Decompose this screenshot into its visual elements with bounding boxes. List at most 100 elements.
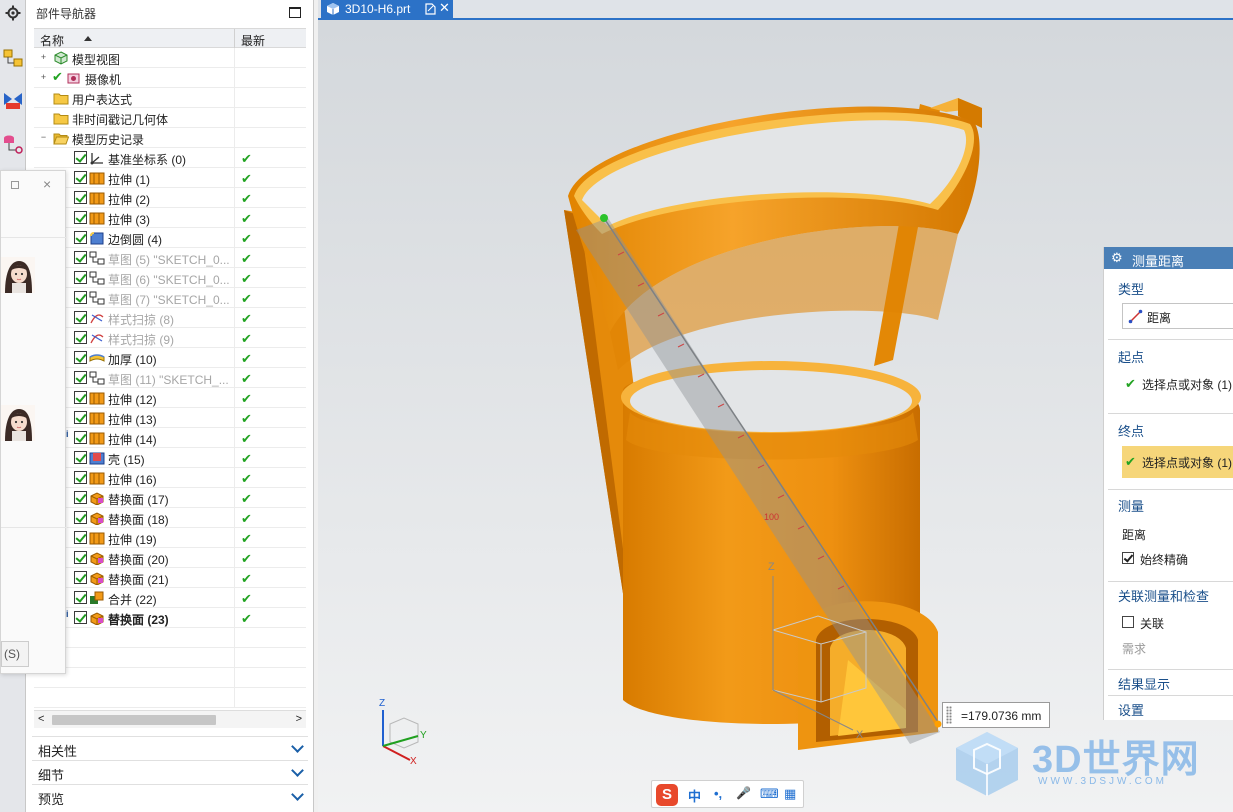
tree-row[interactable]: 壳 (15) ✔ [34,448,306,468]
ime-punctuation-button[interactable]: •, [714,786,722,801]
ime-logo-icon[interactable]: S [656,784,678,806]
tree-row[interactable]: 替换面 (18) ✔ [34,508,306,528]
tab-part-file[interactable]: 3D10-H6.prt ✕ [321,0,453,18]
graphics-window[interactable]: 100 Z X Z X Y [318,18,1233,812]
tree-row[interactable]: 拉伸 (1) ✔ [34,168,306,188]
column-latest-header[interactable]: 最新 [241,32,265,49]
minimize-icon[interactable] [11,181,19,189]
associative-checkbox[interactable] [1122,616,1134,628]
settings-section[interactable]: 设置 [1108,695,1233,719]
constraint-navigator-icon[interactable] [2,90,24,112]
visibility-checkbox[interactable] [74,591,87,604]
type-select[interactable]: 距离 [1122,303,1233,329]
drag-handle-icon[interactable] [946,706,952,724]
visibility-checkbox[interactable] [74,511,87,524]
visibility-checkbox[interactable] [74,371,87,384]
microphone-icon[interactable]: 🎤 [736,786,751,800]
visibility-checkbox[interactable] [74,351,87,364]
visibility-checkbox[interactable] [74,471,87,484]
tree-row[interactable]: 样式扫掠 (9) ✔ [34,328,306,348]
tree-row[interactable]: 边倒圆 (4) ✔ [34,228,306,248]
tree-row[interactable]: 非时间戳记几何体 [34,108,306,128]
send-button[interactable]: (S) [1,641,29,667]
tree-row[interactable]: 加厚 (10) ✔ [34,348,306,368]
expand-icon[interactable]: + [39,73,48,82]
ime-mode-button[interactable]: 中 [688,786,701,805]
tree-row[interactable]: 替换面 (21) ✔ [34,568,306,588]
visibility-checkbox[interactable] [74,191,87,204]
result-display-section[interactable]: 结果显示 [1108,669,1233,693]
always-precise-checkbox[interactable] [1122,552,1134,564]
tree-row[interactable]: i 替换面 (23) ✔ [34,608,306,628]
preview-panel[interactable]: 预览 [32,784,308,807]
tree-row[interactable]: 合并 (22) ✔ [34,588,306,608]
tree-row[interactable]: 拉伸 (12) ✔ [34,388,306,408]
visibility-checkbox[interactable] [74,251,87,264]
expand-icon[interactable]: + [39,53,48,62]
dependencies-panel[interactable]: 相关性 [32,736,308,759]
tree-row[interactable]: 拉伸 (13) ✔ [34,408,306,428]
visibility-checkbox[interactable] [74,211,87,224]
tree-row[interactable]: + ✔ 摄像机 [34,68,306,88]
visibility-checkbox[interactable] [74,411,87,424]
avatar[interactable] [1,405,35,441]
visibility-checkbox[interactable] [74,171,87,184]
tree-row[interactable]: 替换面 (20) ✔ [34,548,306,568]
chevron-down-icon[interactable] [291,740,304,753]
start-point-selector[interactable]: ✔ 选择点或对象 (1) [1122,368,1233,400]
gear-icon[interactable]: ⚙ [1111,250,1123,266]
collapse-icon[interactable]: − [39,133,48,142]
column-name-header[interactable]: 名称 [40,32,64,49]
visibility-checkbox[interactable] [74,311,87,324]
visible-check-icon[interactable]: ✔ [52,69,63,85]
scroll-right-icon[interactable]: > [296,713,302,725]
model-canvas[interactable]: 100 Z X Z X Y [318,20,1233,812]
horizontal-scrollbar[interactable]: < > [34,710,306,728]
tree-row[interactable]: − 模型历史记录 [34,128,306,148]
tree-row[interactable]: 拉伸 (16) ✔ [34,468,306,488]
tree-row[interactable]: 用户表达式 [34,88,306,108]
visibility-checkbox[interactable] [74,291,87,304]
visibility-checkbox[interactable] [74,451,87,464]
visibility-checkbox[interactable] [74,231,87,244]
tree-row[interactable]: 拉伸 (19) ✔ [34,528,306,548]
tree-row[interactable]: + 模型视图 [34,48,306,68]
end-point-selector[interactable]: ✔ 选择点或对象 (1) [1122,446,1233,478]
visibility-checkbox[interactable] [74,151,87,164]
visibility-checkbox[interactable] [74,531,87,544]
maximize-icon[interactable] [289,7,301,18]
visibility-checkbox[interactable] [74,551,87,564]
assembly-navigator-icon[interactable] [2,48,24,70]
keyboard-icon[interactable]: ⌨ [760,786,779,802]
scroll-thumb[interactable] [52,715,216,725]
avatar[interactable] [1,257,35,293]
chevron-down-icon[interactable] [291,764,304,777]
visibility-checkbox[interactable] [74,391,87,404]
tree-row[interactable]: 草图 (6) "SKETCH_0... ✔ [34,268,306,288]
tree-row[interactable]: 样式扫掠 (8) ✔ [34,308,306,328]
tree-row[interactable]: 草图 (11) "SKETCH_... ✔ [34,368,306,388]
visibility-checkbox[interactable] [74,491,87,504]
settings-gear-icon[interactable] [2,2,24,24]
requirement-label[interactable]: 需求 [1122,640,1146,657]
details-panel[interactable]: 细节 [32,760,308,783]
tree-row[interactable]: 基准坐标系 (0) ✔ [34,148,306,168]
tree-row[interactable]: 拉伸 (2) ✔ [34,188,306,208]
grid-menu-icon[interactable]: ▦ [784,786,796,802]
visibility-checkbox[interactable] [74,271,87,284]
tab-close-icon[interactable]: ✕ [439,0,450,16]
tree-row[interactable]: 替换面 (17) ✔ [34,488,306,508]
visibility-checkbox[interactable] [74,611,87,624]
visibility-checkbox[interactable] [74,331,87,344]
tree-row[interactable]: 草图 (7) "SKETCH_0... ✔ [34,288,306,308]
tree-row[interactable]: 拉伸 (3) ✔ [34,208,306,228]
tree-row[interactable]: 草图 (5) "SKETCH_0... ✔ [34,248,306,268]
tree-row[interactable]: i 拉伸 (14) ✔ [34,428,306,448]
distance-readout[interactable]: =179.0736 mm [942,702,1050,728]
visibility-checkbox[interactable] [74,431,87,444]
visibility-checkbox[interactable] [74,571,87,584]
part-navigator-icon[interactable] [2,133,24,155]
chevron-down-icon[interactable] [291,788,304,801]
close-icon[interactable]: × [43,176,51,192]
scroll-left-icon[interactable]: < [38,713,44,725]
